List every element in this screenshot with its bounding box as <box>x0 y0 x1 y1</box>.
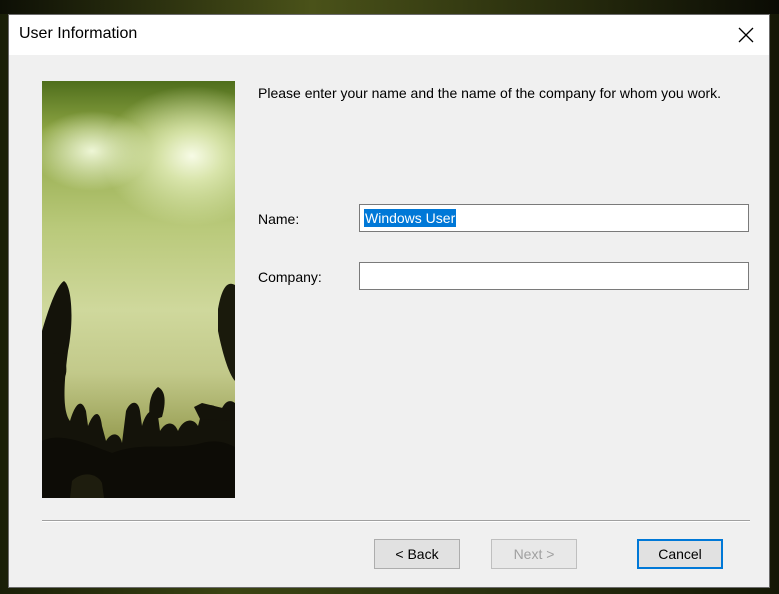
company-field[interactable] <box>359 262 749 290</box>
company-label: Company: <box>258 269 322 285</box>
name-field-value: Windows User <box>364 209 457 227</box>
title-bar: User Information <box>9 15 769 55</box>
instruction-text: Please enter your name and the name of t… <box>258 85 722 101</box>
name-label: Name: <box>258 211 300 227</box>
back-button[interactable]: < Back <box>374 539 460 569</box>
divider <box>42 520 750 522</box>
window-title: User Information <box>19 25 138 42</box>
name-field[interactable]: Windows User <box>359 204 749 232</box>
user-information-dialog: User Information Please enter your name … <box>8 14 770 588</box>
cancel-button[interactable]: Cancel <box>637 539 723 569</box>
close-button[interactable] <box>723 15 769 55</box>
desktop-background <box>0 0 779 14</box>
setup-banner-image <box>42 81 235 498</box>
close-icon <box>738 27 754 43</box>
next-button[interactable]: Next > <box>491 539 577 569</box>
